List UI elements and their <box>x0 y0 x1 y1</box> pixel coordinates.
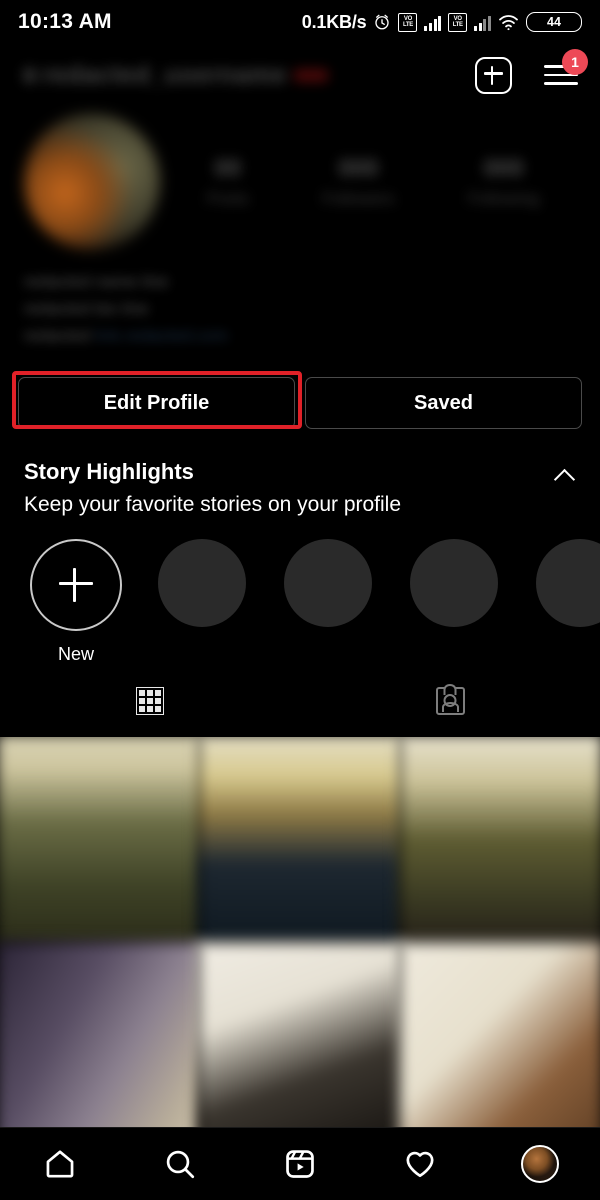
profile-action-buttons: Edit Profile Saved <box>0 349 600 429</box>
volte-sim1-icon: VO LTE <box>398 12 418 32</box>
posts-count: 00 <box>214 155 242 182</box>
content-tab-strip <box>0 665 600 737</box>
bio-link[interactable]: link.redacted.com <box>95 326 228 345</box>
highlight-placeholder[interactable] <box>402 539 506 627</box>
plus-square-icon[interactable] <box>475 56 512 94</box>
nav-home[interactable] <box>0 1147 120 1181</box>
photo-grid-cell[interactable] <box>0 737 201 946</box>
highlight-placeholder[interactable] <box>528 539 600 627</box>
photo-grid-cell[interactable] <box>399 737 600 946</box>
grid-icon <box>136 687 164 715</box>
story-highlights-row[interactable]: New <box>0 517 600 665</box>
profile-bio: redacted name line redacted bio line red… <box>0 250 600 349</box>
username-badge <box>293 68 328 82</box>
followers-count: 000 <box>338 155 379 182</box>
bottom-navigation-bar <box>0 1127 600 1200</box>
bio-line-text: redacted bio line <box>24 299 149 318</box>
story-highlights-title: Story Highlights <box>24 459 194 484</box>
search-icon <box>166 1150 195 1179</box>
header-actions: 1 <box>475 49 588 94</box>
highlight-new-item[interactable]: New <box>24 539 128 665</box>
stat-following[interactable]: 000 Following <box>468 155 540 209</box>
signal-bars-sim2 <box>474 14 491 31</box>
highlight-new-label: New <box>57 644 94 664</box>
bio-line: redacted link.redacted.com <box>24 322 576 349</box>
photo-grid <box>0 737 600 1127</box>
nav-reels[interactable] <box>240 1147 360 1181</box>
followers-label: Followers <box>321 189 395 208</box>
highlight-placeholder[interactable] <box>150 539 254 627</box>
menu-notification-badge: 1 <box>562 49 588 75</box>
wifi-icon <box>499 14 518 30</box>
hamburger-menu-icon[interactable]: 1 <box>544 49 588 88</box>
instagram-profile-screen: 10:13 AM 0.1KB/s VO LTE VO LTE 44 redact… <box>0 0 600 1200</box>
highlight-placeholder[interactable] <box>276 539 380 627</box>
status-bar: 10:13 AM 0.1KB/s VO LTE VO LTE 44 <box>0 0 600 44</box>
following-label: Following <box>467 189 540 208</box>
saved-button[interactable]: Saved <box>305 377 582 429</box>
tagged-tab[interactable] <box>300 687 600 715</box>
profile-avatar-icon <box>521 1145 559 1183</box>
nav-activity[interactable] <box>360 1147 480 1181</box>
photo-grid-cell[interactable] <box>0 941 201 1127</box>
photo-grid-cell[interactable] <box>198 941 402 1127</box>
story-highlights-header: Story Highlights Keep your favorite stor… <box>0 429 600 517</box>
profile-header-bar: redacted_username 1 <box>0 44 600 106</box>
heart-icon <box>406 1151 434 1178</box>
bio-line: redacted name line <box>24 268 576 295</box>
bio-line: redacted bio line <box>24 295 576 322</box>
profile-stats: 00 Posts 000 Followers 000 Following <box>160 155 576 209</box>
grid-tab[interactable] <box>0 687 300 715</box>
bio-line-text: redacted name line <box>24 272 169 291</box>
battery-indicator: 44 <box>526 12 582 32</box>
plus-icon <box>30 539 122 631</box>
story-highlights-subtitle: Keep your favorite stories on your profi… <box>24 493 402 516</box>
chevron-up-icon[interactable] <box>554 465 576 487</box>
profile-summary: 00 Posts 000 Followers 000 Following <box>0 106 600 250</box>
posts-label: Posts <box>206 189 250 208</box>
signal-bars-sim1 <box>424 14 442 31</box>
following-count: 000 <box>483 155 524 182</box>
photo-grid-cell[interactable] <box>399 941 600 1127</box>
story-highlights-text: Story Highlights Keep your favorite stor… <box>24 459 401 517</box>
stat-followers[interactable]: 000 Followers <box>322 155 395 209</box>
stat-posts[interactable]: 00 Posts <box>206 155 249 209</box>
nav-search[interactable] <box>120 1147 240 1181</box>
nav-profile[interactable] <box>480 1145 600 1183</box>
lock-icon <box>24 67 35 83</box>
reels-icon <box>286 1150 314 1178</box>
profile-avatar[interactable] <box>24 114 160 250</box>
photo-grid-cell[interactable] <box>198 737 402 946</box>
status-indicators: 0.1KB/s VO LTE VO LTE 44 <box>302 12 582 33</box>
bio-line-text: redacted <box>24 326 95 345</box>
alarm-clock-icon <box>375 14 390 30</box>
home-icon <box>46 1150 74 1178</box>
username-text: redacted_username <box>42 60 287 89</box>
username-title[interactable]: redacted_username <box>24 61 328 90</box>
volte-sim2-icon: VO LTE <box>448 12 468 32</box>
edit-profile-button[interactable]: Edit Profile <box>18 377 295 429</box>
network-speed: 0.1KB/s <box>301 11 367 32</box>
status-time: 10:13 AM <box>18 10 112 33</box>
tagged-photos-icon <box>435 687 465 715</box>
